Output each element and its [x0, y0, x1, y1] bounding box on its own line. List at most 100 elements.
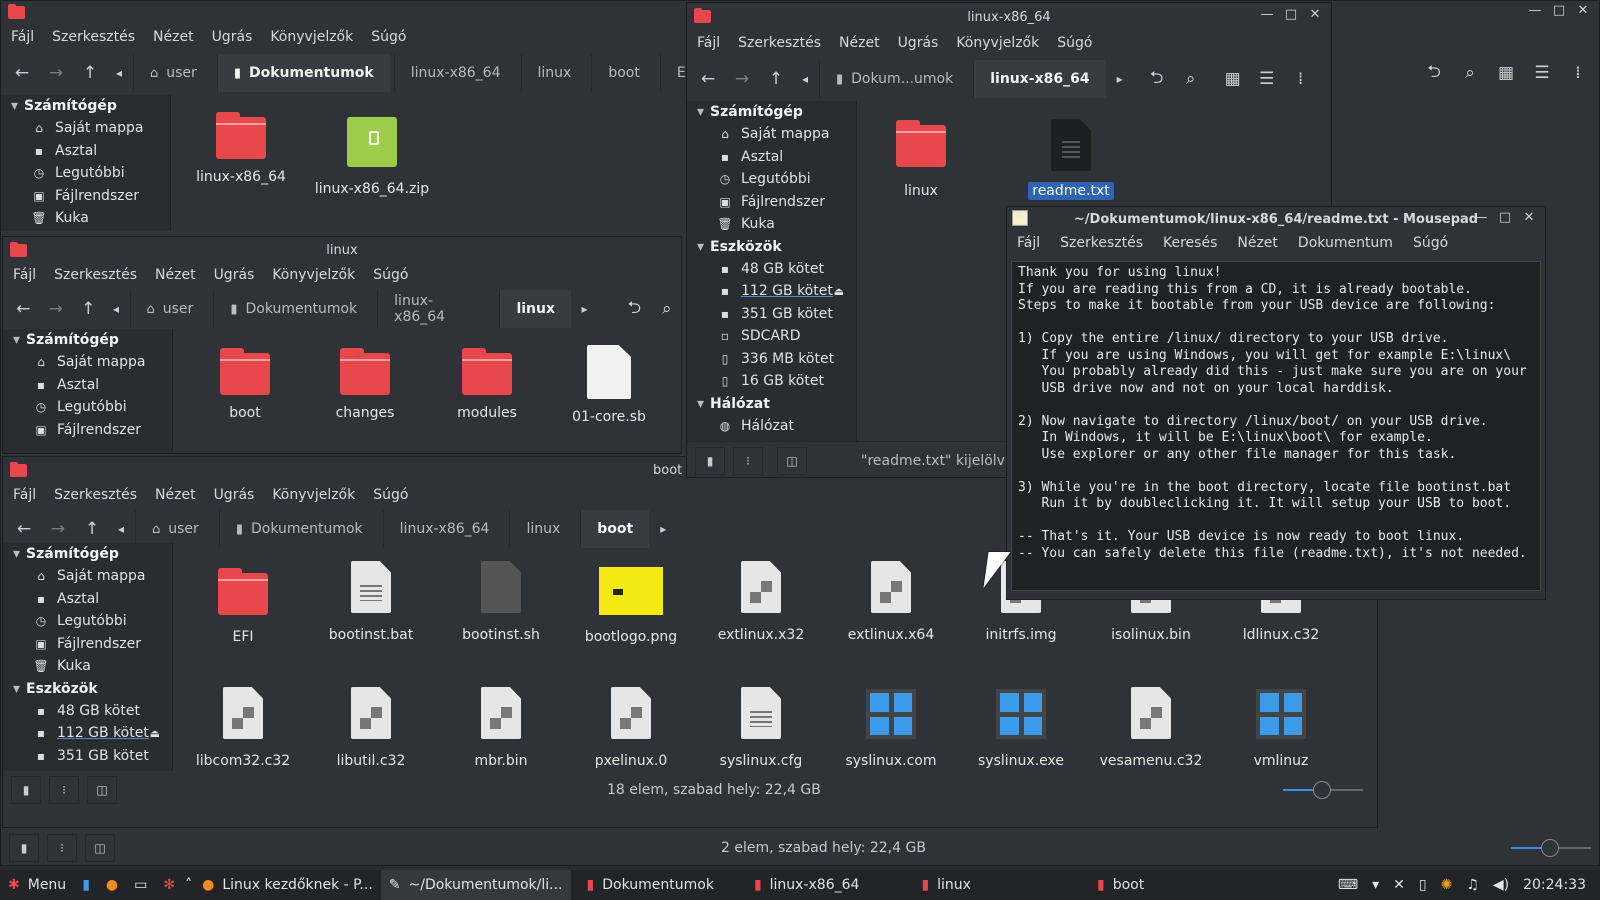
menu-view[interactable]: Nézet	[1237, 235, 1278, 251]
menu-help[interactable]: Súgó	[373, 267, 408, 283]
minimize-icon[interactable]: —	[1473, 210, 1489, 225]
crumb-dokumentumok[interactable]: ▮ Dokumentumok	[213, 290, 373, 328]
sidebar-item-home[interactable]: ⌂ Saját mappa	[3, 351, 172, 374]
menu-help[interactable]: Súgó	[1057, 35, 1092, 51]
menu-bookmarks[interactable]: Könyvjelzők	[272, 267, 355, 283]
back-arrow-icon[interactable]: ←	[693, 64, 723, 94]
minimize-icon[interactable]: —	[1259, 7, 1275, 22]
sidebar-item-filesystem[interactable]: ▣ Fájlrendszer	[3, 633, 172, 656]
sidebar-item-desktop[interactable]: ▪ Asztal	[3, 374, 172, 397]
sidebar-item-network[interactable]: ◍ Hálózat	[687, 415, 856, 438]
file-bootinst-bat[interactable]: bootinst.bat	[311, 561, 431, 643]
toggle-path-icon[interactable]: ⮌	[620, 294, 649, 324]
sidebar-item-filesystem[interactable]: ▣ Fájlrendszer	[1, 185, 170, 208]
menu-edit[interactable]: Szerkesztés	[54, 487, 137, 503]
split-view-icon[interactable]: ◫	[87, 776, 117, 804]
up-arrow-icon[interactable]: ↑	[74, 294, 103, 324]
sidebar-section-devices[interactable]: Eszközök	[687, 236, 856, 258]
close-icon[interactable]: ✕	[1575, 3, 1591, 18]
task-dokumentumok[interactable]: ▮ Dokumentumok	[579, 870, 722, 900]
file-linux-x86_64-zip[interactable]: linux-x86_64.zip	[307, 117, 437, 197]
sidebar-item-112gb[interactable]: ▪ 112 GB kötet ⏏	[3, 722, 172, 745]
forward-arrow-icon[interactable]: →	[43, 514, 73, 544]
sidebar-toggle-icon[interactable]: ▮	[9, 834, 39, 862]
file-extlinux-x64[interactable]: extlinux.x64	[831, 561, 951, 643]
sidebar-item-filesystem[interactable]: ▣ Fájlrendszer	[687, 191, 856, 214]
sidebar-section-computer[interactable]: Számítógép	[3, 543, 172, 565]
volume-icon[interactable]: ◀)	[1493, 877, 1509, 893]
file-mbr-bin[interactable]: mbr.bin	[441, 687, 561, 769]
sidebar-toggle-icon[interactable]: ▮	[695, 446, 725, 475]
minimize-icon[interactable]: —	[1527, 3, 1543, 18]
sidebar-item-351gb[interactable]: ▪ 351 GB kötet	[3, 745, 172, 768]
task-mousepad[interactable]: ✎ ~/Dokumentumok/li...	[380, 870, 571, 900]
eject-icon[interactable]: ⏏	[150, 727, 160, 740]
task-linux-x86_64[interactable]: ▮ linux-x86_64	[746, 870, 868, 900]
sidebar-section-devices[interactable]: Eszközök	[3, 678, 172, 700]
forward-arrow-icon[interactable]: →	[41, 58, 71, 88]
sidebar-item-sdcard[interactable]: ▫ SDCARD	[687, 325, 856, 348]
menu-go[interactable]: Ugrás	[214, 487, 255, 503]
back-arrow-icon[interactable]: ←	[7, 58, 37, 88]
file-syslinux-exe[interactable]: syslinux.exe	[961, 689, 1081, 769]
launcher-settings[interactable]: ✻	[155, 870, 183, 900]
battery-icon[interactable]: ▯	[1419, 877, 1427, 893]
crumb-linux-x86_64[interactable]: linux-x86_64	[393, 54, 517, 92]
menu-bookmarks[interactable]: Könyvjelzők	[956, 35, 1039, 51]
file-vmlinuz[interactable]: vmlinuz	[1221, 689, 1341, 769]
crumb-linux[interactable]: linux	[509, 510, 576, 548]
maximize-icon[interactable]: □	[1283, 7, 1299, 22]
file-vesamenu-c32[interactable]: vesamenu.c32	[1091, 687, 1211, 769]
file-libutil-c32[interactable]: libutil.c32	[311, 687, 431, 769]
menu-file[interactable]: Fájl	[13, 487, 36, 503]
menu-edit[interactable]: Szerkesztés	[54, 267, 137, 283]
crumb-linux[interactable]: linux	[499, 290, 572, 328]
crumb-boot[interactable]: boot	[580, 510, 650, 548]
split-view-icon[interactable]: ◫	[85, 834, 115, 862]
tree-toggle-icon[interactable]: ⁝	[733, 446, 763, 475]
menu-help[interactable]: Súgó	[371, 29, 406, 45]
close-icon[interactable]: ✕	[1307, 7, 1323, 22]
sidebar-section-network[interactable]: Hálózat	[687, 393, 856, 415]
start-menu-button[interactable]: ✱ Menu	[0, 870, 74, 900]
sidebar-item-trash[interactable]: 🗑 Kuka	[687, 213, 856, 236]
path-left-icon[interactable]: ◂	[111, 514, 131, 544]
file-linux[interactable]: linux	[861, 120, 981, 199]
file-extlinux-x32[interactable]: extlinux.x32	[701, 561, 821, 643]
menu-view[interactable]: Nézet	[839, 35, 880, 51]
keyboard-icon[interactable]: ⌨	[1338, 877, 1358, 893]
menu-file[interactable]: Fájl	[13, 267, 36, 283]
file-syslinux-com[interactable]: syslinux.com	[831, 689, 951, 769]
tree-toggle-icon[interactable]: ⁝	[49, 776, 79, 804]
icon-view-icon[interactable]: ▦	[1491, 58, 1521, 88]
file-readme-txt[interactable]: readme.txt	[1011, 119, 1131, 200]
maximize-icon[interactable]: □	[1497, 210, 1513, 225]
path-right-icon[interactable]: ▸	[653, 514, 673, 544]
sidebar-item-recent[interactable]: ◷ Legutóbbi	[687, 168, 856, 191]
text-editor[interactable]: Thank you for using linux! If you are re…	[1011, 261, 1541, 591]
file-libcom32-c32[interactable]: libcom32.c32	[183, 687, 303, 769]
menu-help[interactable]: Súgó	[1413, 235, 1448, 251]
menu-document[interactable]: Dokumentum	[1298, 235, 1393, 251]
crumb-dokumentumok[interactable]: ▮ Dokumentumok	[216, 54, 390, 92]
compact-view-icon[interactable]: ⁞	[1286, 64, 1316, 94]
menu-search[interactable]: Keresés	[1163, 235, 1217, 251]
menu-file[interactable]: Fájl	[11, 29, 34, 45]
up-arrow-icon[interactable]: ↑	[761, 64, 791, 94]
path-left-icon[interactable]: ◂	[795, 64, 815, 94]
sidebar-item-recent[interactable]: ◷ Legutóbbi	[1, 162, 170, 185]
up-arrow-icon[interactable]: ↑	[75, 58, 105, 88]
sidebar-section-computer[interactable]: Számítógép	[687, 101, 856, 123]
search-icon[interactable]: ⌕	[1455, 58, 1485, 88]
menu-edit[interactable]: Szerkesztés	[52, 29, 135, 45]
launcher-firefox[interactable]: ●	[98, 870, 126, 900]
path-right-icon[interactable]: ▸	[1110, 64, 1130, 94]
toggle-path-icon[interactable]: ⮌	[1142, 64, 1172, 94]
menu-help[interactable]: Súgó	[373, 487, 408, 503]
launcher-terminal[interactable]: ▭	[126, 870, 155, 900]
menu-view[interactable]: Nézet	[153, 29, 194, 45]
expand-arrow-icon[interactable]: ˄	[183, 870, 194, 900]
file-pxelinux-0[interactable]: pxelinux.0	[571, 687, 691, 769]
menu-file[interactable]: Fájl	[1017, 235, 1040, 251]
search-icon[interactable]: ⌕	[653, 294, 681, 324]
